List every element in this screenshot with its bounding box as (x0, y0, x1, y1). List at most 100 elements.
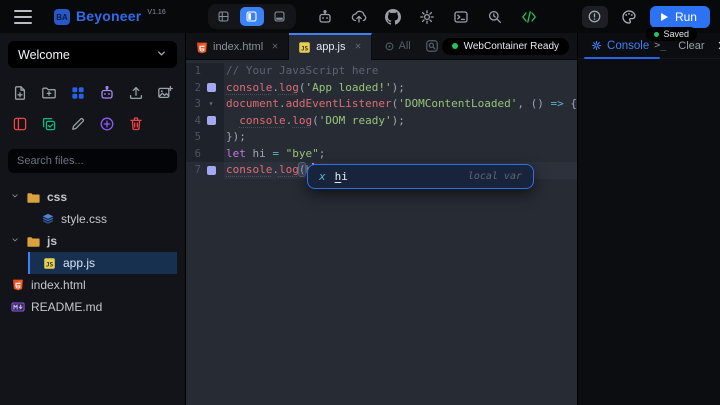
upload-icon[interactable] (124, 81, 148, 105)
tab-label: app.js (316, 41, 345, 53)
webcontainer-status: WebContainer Ready (442, 38, 569, 55)
completion-label: hi (335, 170, 348, 183)
code-line-2[interactable]: 2 console.log('App loaded!'); (186, 80, 577, 97)
folder-plus-icon[interactable] (37, 81, 61, 105)
svg-text:JS: JS (301, 45, 309, 52)
tree-folder-js[interactable]: js (8, 230, 177, 252)
app-logo-icon: BA (54, 9, 70, 25)
tree-item-app-js[interactable]: JS app.js (28, 252, 177, 274)
palette-icon[interactable] (618, 6, 640, 28)
fold-chevron-icon[interactable]: ▾ (209, 96, 214, 113)
app-version: V1.16 (147, 9, 165, 16)
completion-detail: local var (468, 171, 522, 182)
clear-console-button[interactable]: Clear (678, 40, 704, 52)
layout-bottom-icon[interactable] (268, 7, 292, 26)
chevron-down-icon (10, 234, 20, 248)
pencil-icon[interactable] (66, 112, 90, 136)
bot-icon[interactable] (95, 81, 119, 105)
log-marker-icon (207, 83, 216, 92)
circle-dot-icon (384, 41, 395, 52)
gutter[interactable]: 5 (186, 129, 224, 146)
terminal-prompt-icon[interactable]: >_ (654, 40, 666, 51)
close-panel-icon[interactable] (717, 40, 720, 51)
panel-icon[interactable] (8, 112, 32, 136)
tree-item-index-html[interactable]: index.html (8, 274, 177, 296)
saved-badge: Saved (646, 27, 697, 41)
console-output[interactable] (578, 59, 720, 405)
file-tree: css style.css js JS app.js index.html README.m… (8, 186, 177, 318)
file-label: style.css (61, 212, 107, 226)
view-toggle-group (208, 4, 296, 29)
code-search-icon[interactable] (425, 39, 439, 53)
html-file-icon (195, 41, 207, 53)
topbar: BA Beyoneer V1.16 Run Saved (0, 0, 720, 33)
menu-icon[interactable] (14, 10, 32, 24)
tab-app-js[interactable]: JS app.js (289, 33, 371, 60)
console-gear-icon (591, 40, 602, 51)
file-search (8, 149, 177, 173)
plus-circle-icon[interactable] (95, 112, 119, 136)
run-label: Run (675, 10, 697, 24)
gutter[interactable]: 1 (186, 63, 224, 80)
code-line-6[interactable]: 6 let hi = "bye"; (186, 146, 577, 163)
tabs: index.html JS app.js (186, 33, 372, 60)
svg-text:JS: JS (46, 261, 54, 268)
gutter[interactable]: 3 ▾ (186, 96, 224, 113)
upload-cloud-icon[interactable] (348, 6, 370, 28)
gutter[interactable]: 2 (186, 80, 224, 97)
js-file-icon: JS (298, 41, 310, 53)
chevron-down-icon (10, 190, 20, 204)
code-line-3[interactable]: 3 ▾ document.addEventListener('DOMContentL… (186, 96, 577, 113)
alert-icon[interactable] (582, 6, 608, 28)
project-select[interactable]: Welcome (8, 41, 177, 68)
gutter[interactable]: 6 (186, 146, 224, 163)
folder-label: js (47, 234, 57, 248)
app-title: Beyoneer (76, 8, 141, 24)
file-label: index.html (31, 278, 86, 292)
code-line-5[interactable]: 5}); (186, 129, 577, 146)
code-line-1[interactable]: 1// Your JavaScript here (186, 63, 577, 80)
autocomplete-popup[interactable]: x hi local var (307, 164, 534, 189)
close-all-button[interactable]: All (384, 40, 411, 52)
tab-label: index.html (213, 41, 263, 53)
bot-icon[interactable] (314, 6, 336, 28)
run-button[interactable]: Run (650, 6, 710, 28)
file-label: README.md (31, 300, 102, 314)
close-all-label: All (399, 40, 411, 52)
copy-check-icon[interactable] (37, 112, 61, 136)
project-select-value: Welcome (18, 48, 70, 62)
sidebar: Welcome css style.css js JSapp.js index.html… (0, 33, 186, 405)
layout-grid-icon[interactable] (212, 7, 236, 26)
debug-icon[interactable] (484, 6, 506, 28)
terminal-icon[interactable] (450, 6, 472, 28)
html-file-icon (10, 278, 25, 293)
tree-folder-css[interactable]: css (8, 186, 177, 208)
tab-index-html[interactable]: index.html (186, 33, 289, 60)
github-icon[interactable] (382, 6, 404, 28)
code-editor[interactable]: 1// Your JavaScript here 2 console.log('Ap… (186, 60, 577, 405)
code-icon[interactable] (518, 6, 540, 28)
saved-dot-icon (654, 32, 659, 37)
brand: BA Beyoneer V1.16 (54, 8, 166, 25)
close-tab-icon[interactable] (354, 42, 362, 53)
folder-label: css (47, 190, 67, 204)
trash-icon[interactable] (124, 112, 148, 136)
tree-item-README-md[interactable]: README.md (8, 296, 177, 318)
sidebar-toolbar-row1 (8, 81, 177, 105)
file-plus-icon[interactable] (8, 81, 32, 105)
chevron-down-icon (156, 48, 167, 62)
completion-kind-icon: x (319, 170, 326, 183)
tree-item-style-css[interactable]: style.css (28, 208, 177, 230)
settings-icon[interactable] (416, 6, 438, 28)
close-tab-icon[interactable] (271, 42, 279, 53)
log-marker-icon (207, 116, 216, 125)
tab-console[interactable]: Console (586, 33, 654, 59)
code-line-4[interactable]: 4 console.log('DOM ready'); (186, 113, 577, 130)
gutter[interactable]: 4 (186, 113, 224, 130)
grid-icon[interactable] (66, 81, 90, 105)
gutter[interactable]: 7 (186, 162, 224, 179)
editor-pane: index.html JS app.js All WebContainer Read… (186, 33, 577, 405)
search-input[interactable] (17, 155, 168, 167)
layout-split-icon[interactable] (240, 7, 264, 26)
image-plus-icon[interactable] (153, 81, 177, 105)
